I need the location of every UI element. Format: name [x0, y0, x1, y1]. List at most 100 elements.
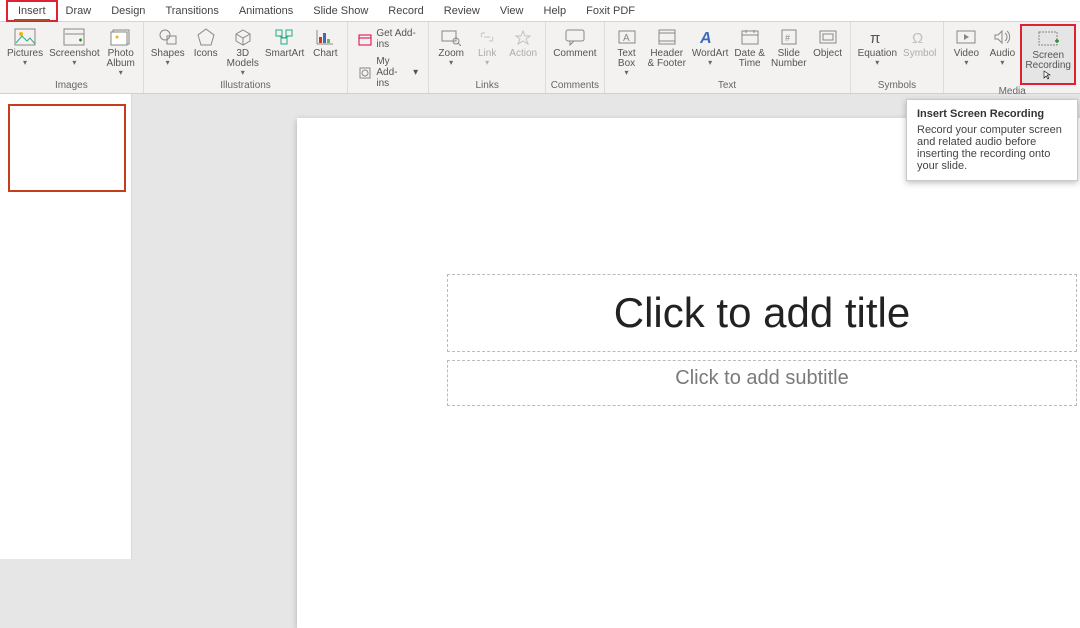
svg-text:π: π: [870, 30, 880, 46]
photo-album-icon: [110, 26, 132, 48]
group-symbols-label: Symbols: [855, 79, 940, 93]
group-symbols: π Equation ▾ Ω Symbol Symbols: [851, 22, 945, 93]
tab-help[interactable]: Help: [534, 2, 577, 20]
screenshot-icon: [63, 26, 85, 48]
chevron-down-icon: ▾: [875, 59, 879, 67]
action-icon: [512, 26, 534, 48]
textbox-label: Text Box: [617, 49, 635, 69]
tab-review[interactable]: Review: [434, 2, 490, 20]
subtitle-placeholder[interactable]: Click to add subtitle: [447, 360, 1077, 406]
chart-icon: [314, 26, 336, 48]
chevron-down-icon: ▾: [72, 59, 76, 67]
smartart-button[interactable]: SmartArt: [262, 24, 307, 61]
slide-editor[interactable]: Click to add title Click to add subtitle: [297, 118, 1080, 628]
action-button: Action: [505, 24, 541, 61]
object-label: Object: [813, 49, 842, 59]
audio-icon: [991, 26, 1013, 48]
zoom-button[interactable]: Zoom ▾: [433, 24, 469, 69]
comment-label: Comment: [553, 49, 596, 59]
audio-button[interactable]: Audio ▾: [984, 24, 1020, 69]
header-footer-icon: [656, 26, 678, 48]
pictures-button[interactable]: Pictures ▾: [4, 24, 46, 69]
icons-button[interactable]: Icons: [188, 24, 224, 61]
tab-animations[interactable]: Animations: [229, 2, 303, 20]
group-media: Video ▾ Audio ▾ Screen Recording Media: [944, 22, 1080, 93]
wordart-button[interactable]: A WordArt ▾: [689, 24, 732, 69]
datetime-button[interactable]: Date & Time: [731, 24, 768, 71]
action-label: Action: [509, 49, 537, 59]
slide-thumbnail-panel: [0, 94, 132, 559]
group-links-label: Links: [433, 79, 541, 93]
link-icon: [476, 26, 498, 48]
symbol-icon: Ω: [909, 26, 931, 48]
chevron-down-icon: ▾: [625, 69, 629, 77]
slide-thumbnail-1[interactable]: [8, 104, 126, 192]
3d-models-label: 3D Models: [227, 49, 259, 69]
shapes-button[interactable]: Shapes ▾: [148, 24, 188, 69]
video-button[interactable]: Video ▾: [948, 24, 984, 69]
textbox-icon: A: [616, 26, 638, 48]
tab-draw[interactable]: Draw: [56, 2, 102, 20]
group-comments-label: Comments: [550, 79, 599, 93]
chevron-down-icon: ▾: [119, 69, 123, 77]
chevron-down-icon: ▾: [1000, 59, 1004, 67]
tab-insert[interactable]: Insert: [8, 2, 56, 20]
screenshot-button[interactable]: Screenshot ▾: [46, 24, 103, 69]
chevron-down-icon: ▾: [708, 59, 712, 67]
datetime-label: Date & Time: [734, 49, 765, 69]
datetime-icon: [739, 26, 761, 48]
link-button: Link ▾: [469, 24, 505, 69]
icons-label: Icons: [194, 49, 218, 59]
textbox-button[interactable]: A Text Box ▾: [609, 24, 645, 79]
chart-button[interactable]: Chart: [307, 24, 343, 61]
title-placeholder-text: Click to add title: [614, 289, 910, 337]
tab-design[interactable]: Design: [101, 2, 155, 20]
get-addins-label: Get Add-ins: [376, 28, 418, 50]
tab-transitions[interactable]: Transitions: [155, 2, 228, 20]
photo-album-button[interactable]: Photo Album ▾: [103, 24, 139, 79]
cursor-icon: [1043, 70, 1053, 80]
photo-album-label: Photo Album: [107, 49, 135, 69]
slidenumber-label: Slide Number: [771, 49, 807, 69]
header-footer-button[interactable]: Header & Footer: [645, 24, 689, 71]
ribbon-insert: Pictures ▾ Screenshot ▾ Photo Album ▾ Im…: [0, 22, 1080, 94]
title-placeholder[interactable]: Click to add title: [447, 274, 1077, 352]
equation-button[interactable]: π Equation ▾: [855, 24, 900, 69]
group-illustrations: Shapes ▾ Icons 3D Models ▾ SmartArt Char…: [144, 22, 349, 93]
store-icon: [358, 32, 372, 46]
icons-icon: [195, 26, 217, 48]
smartart-icon: [274, 26, 296, 48]
screen-recording-button[interactable]: Screen Recording: [1020, 24, 1076, 85]
equation-icon: π: [866, 26, 888, 48]
object-button[interactable]: Object: [810, 24, 846, 61]
svg-text:A: A: [623, 33, 630, 44]
tab-slideshow[interactable]: Slide Show: [303, 2, 378, 20]
zoom-icon: [440, 26, 462, 48]
my-addins-button[interactable]: My Add-ins ▾: [354, 54, 422, 91]
comment-button[interactable]: Comment: [550, 24, 599, 61]
group-text: A Text Box ▾ Header & Footer A WordArt ▾…: [605, 22, 851, 93]
video-icon: [955, 26, 977, 48]
object-icon: [817, 26, 839, 48]
group-links: Zoom ▾ Link ▾ Action Links: [429, 22, 546, 93]
group-images-label: Images: [4, 79, 139, 93]
group-text-label: Text: [609, 79, 846, 93]
ribbon-tabs: Insert Draw Design Transitions Animation…: [0, 0, 1080, 22]
get-addins-button[interactable]: Get Add-ins: [354, 26, 422, 52]
chevron-down-icon: ▾: [413, 67, 418, 78]
tab-view[interactable]: View: [490, 2, 534, 20]
svg-text:#: #: [785, 33, 790, 43]
comment-icon: [564, 26, 586, 48]
slidenumber-button[interactable]: # Slide Number: [768, 24, 810, 71]
3d-models-button[interactable]: 3D Models ▾: [224, 24, 262, 79]
chevron-down-icon: ▾: [485, 59, 489, 67]
chevron-down-icon: ▾: [166, 59, 170, 67]
tab-record[interactable]: Record: [378, 2, 433, 20]
smartart-label: SmartArt: [265, 49, 304, 59]
slidenumber-icon: #: [778, 26, 800, 48]
group-illustrations-label: Illustrations: [148, 79, 344, 93]
my-addins-label: My Add-ins: [376, 56, 409, 89]
tab-foxit[interactable]: Foxit PDF: [576, 2, 645, 20]
chevron-down-icon: ▾: [964, 59, 968, 67]
shapes-icon: [157, 26, 179, 48]
